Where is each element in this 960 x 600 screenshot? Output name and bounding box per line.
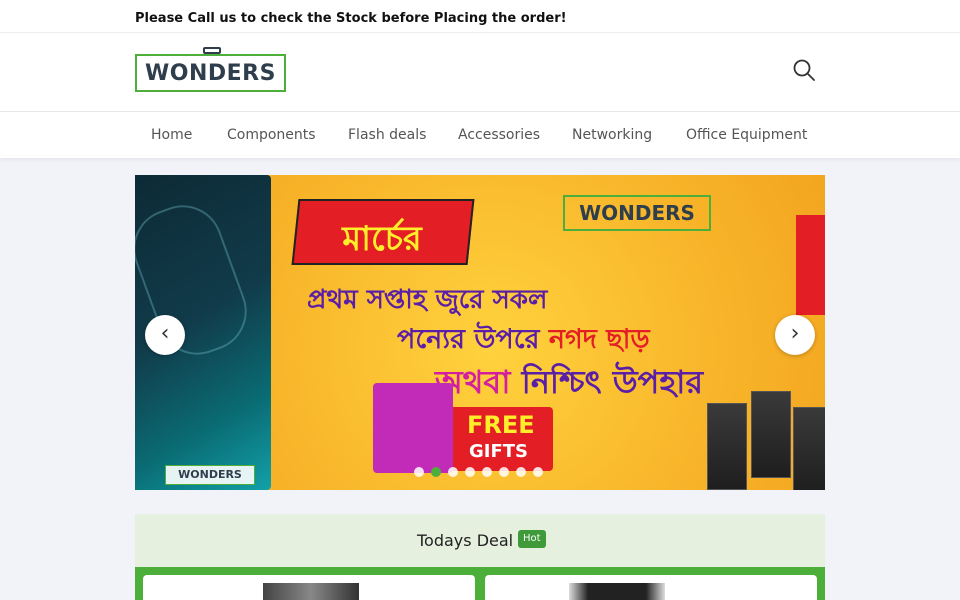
slider-dot[interactable] <box>414 467 424 477</box>
slider-dot[interactable] <box>448 467 458 477</box>
nav-item-networking[interactable]: Networking <box>572 127 652 143</box>
slide-logo: WONDERS <box>165 465 255 485</box>
gifts-text: GIFTS <box>469 441 529 462</box>
product-image <box>569 583 665 600</box>
slider-dot[interactable] <box>482 467 492 477</box>
slider-dot[interactable] <box>516 467 526 477</box>
slider-dot[interactable] <box>499 467 509 477</box>
slider-dot[interactable] <box>533 467 543 477</box>
logo-text: WONDERS <box>145 61 276 86</box>
banner-line-3a: পন্যের উপরে <box>397 324 540 355</box>
free-text: FREE <box>467 411 535 439</box>
pc-case-image <box>793 407 825 490</box>
banner-line-4b: নিশ্চিৎ উপহার <box>521 363 704 401</box>
banner-line-3b: নগদ ছাড় <box>548 324 650 355</box>
deal-title: Todays Deal <box>417 531 514 550</box>
slider-dot[interactable] <box>431 467 441 477</box>
nav-item-flash-deals[interactable]: Flash deals <box>348 127 426 143</box>
chevron-right-icon: › <box>790 321 800 346</box>
top-notice-bar: Please Call us to check the Stock before… <box>0 0 960 33</box>
nav-item-components[interactable]: Components <box>227 127 316 143</box>
slider-next-button[interactable]: › <box>775 315 815 355</box>
banner-side-decoration <box>796 215 825 315</box>
deal-header: Todays Deal Hot <box>135 514 825 567</box>
banner-line-2: প্রথম সপ্তাহ জুরে সকল <box>307 285 548 315</box>
gift-box-icon <box>373 383 453 473</box>
slider-prev-button[interactable]: ‹ <box>145 315 185 355</box>
main-nav: Home Components Flash deals Accessories … <box>0 112 960 158</box>
banner-headline: মার্চের <box>342 219 422 259</box>
current-slide: মার্চের WONDERS প্রথম সপ্তাহ জুরে সকল পন… <box>271 175 825 490</box>
free-gifts-badge: FREE GIFTS <box>373 383 553 473</box>
pc-case-image <box>707 403 747 490</box>
pc-case-image <box>751 391 791 478</box>
site-header: WONDERS <box>0 33 960 112</box>
product-image <box>263 583 359 600</box>
slider-dot[interactable] <box>465 467 475 477</box>
nav-item-home[interactable]: Home <box>151 127 192 143</box>
nav-item-office-equipment[interactable]: Office Equipment <box>686 127 807 143</box>
todays-deal-section: Todays Deal Hot <box>135 514 825 600</box>
hot-badge: Hot <box>518 530 546 548</box>
deal-product-card[interactable] <box>485 575 817 600</box>
nav-item-accessories[interactable]: Accessories <box>458 127 540 143</box>
banner-line-4: অথবা নিশ্চিৎ উপহার <box>435 357 703 411</box>
stock-notice: Please Call us to check the Stock before… <box>135 11 567 26</box>
hero-slider[interactable]: WONDERS মার্চের WONDERS প্রথম সপ্তাহ জুর… <box>135 175 825 490</box>
chevron-left-icon: ‹ <box>160 321 170 346</box>
deal-products <box>135 567 825 600</box>
site-logo[interactable]: WONDERS <box>135 47 286 92</box>
banner-logo: WONDERS <box>563 195 711 231</box>
search-icon[interactable] <box>791 57 817 83</box>
banner-headline-box: মার্চের <box>291 199 475 265</box>
logo-plug-icon <box>203 47 221 54</box>
deal-product-card[interactable] <box>143 575 475 600</box>
